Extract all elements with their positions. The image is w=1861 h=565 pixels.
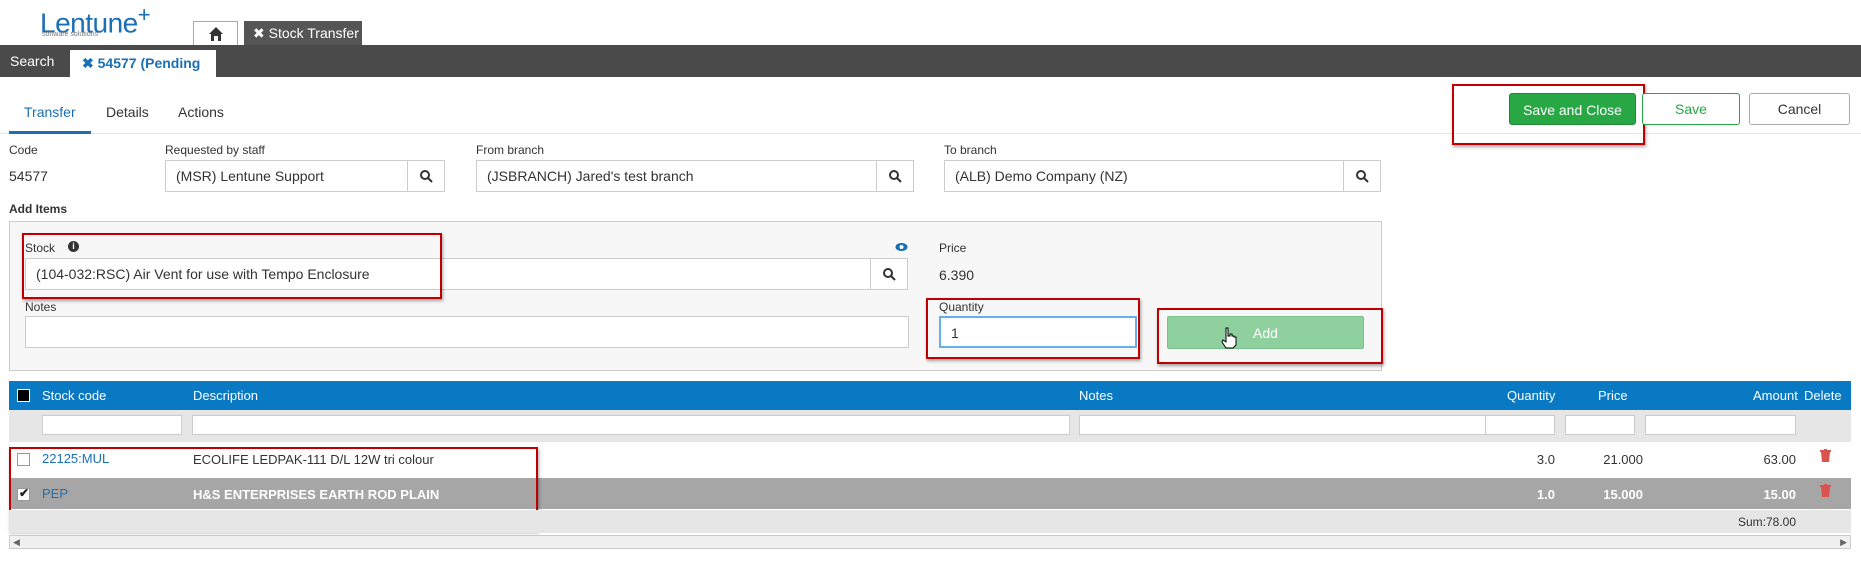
price-value: 6.390: [939, 267, 975, 283]
horizontal-scrollbar[interactable]: ◀ ▶: [9, 535, 1851, 549]
requested-by-label: Requested by staff: [165, 143, 265, 157]
header-notes[interactable]: Notes: [1079, 388, 1113, 403]
table-header: Stock code Description Notes Quantity Pr…: [9, 381, 1851, 410]
sum-row: Sum:78.00: [9, 510, 1851, 533]
cancel-button[interactable]: Cancel: [1749, 93, 1850, 125]
search-icon: [1355, 169, 1369, 183]
code-label: Code: [9, 143, 38, 157]
tab-transfer[interactable]: Transfer: [24, 104, 76, 120]
sum-value: Sum:78.00: [1737, 515, 1796, 529]
notes-field[interactable]: [25, 316, 909, 348]
highlight-box: [926, 298, 1140, 359]
row-quantity: 3.0: [1536, 452, 1555, 467]
header-amount[interactable]: Amount: [1753, 388, 1798, 403]
pending-record-tab[interactable]: ✖ 54577 (Pending: [70, 50, 216, 77]
header-stock-code[interactable]: Stock code: [42, 388, 106, 403]
row-amount: 63.00: [1763, 452, 1796, 467]
filter-row: [9, 410, 1851, 442]
add-items-label: Add Items: [9, 202, 68, 216]
row-price: 21.000: [1603, 452, 1643, 467]
header-price[interactable]: Price: [1598, 388, 1628, 403]
filter-quantity[interactable]: [1485, 415, 1555, 435]
home-icon: [208, 27, 223, 41]
save-button[interactable]: Save: [1642, 93, 1740, 125]
tab-actions[interactable]: Actions: [178, 104, 224, 120]
notes-label: Notes: [25, 300, 57, 314]
from-branch-label: From branch: [476, 143, 545, 157]
to-branch-label: To branch: [944, 143, 997, 157]
from-branch-field[interactable]: (JSBRANCH) Jared's test branch: [476, 160, 877, 192]
trash-icon[interactable]: [1820, 484, 1831, 500]
stock-transfer-tab[interactable]: ✖ Stock Transfer: [244, 21, 362, 45]
filter-price[interactable]: [1565, 415, 1635, 435]
row-quantity: 1.0: [1536, 487, 1555, 502]
search-icon: [888, 169, 902, 183]
save-and-close-button[interactable]: Save and Close: [1509, 93, 1636, 125]
header-delete: Delete: [1804, 388, 1842, 403]
requested-by-search-button[interactable]: [407, 160, 445, 192]
active-tab-indicator: [9, 131, 91, 134]
eye-icon[interactable]: [895, 240, 908, 255]
to-branch-field[interactable]: (ALB) Demo Company (NZ): [944, 160, 1344, 192]
requested-by-field[interactable]: (MSR) Lentune Support: [165, 160, 408, 192]
highlight-box: [22, 233, 442, 299]
nav-bar: [0, 45, 1861, 77]
row-price: 15.000: [1603, 487, 1643, 502]
from-branch-search-button[interactable]: [876, 160, 914, 192]
to-branch-search-button[interactable]: [1343, 160, 1381, 192]
price-label: Price: [939, 241, 967, 255]
scroll-left-icon[interactable]: ◀: [13, 537, 20, 548]
scroll-right-icon[interactable]: ▶: [1840, 537, 1847, 548]
stock-search-button[interactable]: [870, 258, 908, 290]
row-amount: 15.00: [1763, 487, 1796, 502]
filter-notes[interactable]: [1079, 415, 1486, 435]
code-value: 54577: [9, 168, 48, 184]
filter-amount[interactable]: [1645, 415, 1796, 435]
header-description[interactable]: Description: [193, 388, 258, 403]
tab-details[interactable]: Details: [106, 104, 149, 120]
search-icon: [882, 267, 896, 281]
home-tab[interactable]: [193, 21, 238, 45]
trash-icon[interactable]: [1820, 449, 1831, 465]
filter-description[interactable]: [192, 415, 1070, 435]
highlight-box: [1157, 308, 1383, 364]
select-all-checkbox[interactable]: [17, 389, 30, 402]
logo-tagline: software solutions: [42, 31, 99, 38]
search-tab[interactable]: Search: [0, 45, 68, 77]
search-icon: [419, 169, 433, 183]
hand-cursor-icon: [1221, 327, 1237, 352]
header-quantity[interactable]: Quantity: [1507, 388, 1555, 403]
filter-stock-code[interactable]: [42, 415, 182, 435]
